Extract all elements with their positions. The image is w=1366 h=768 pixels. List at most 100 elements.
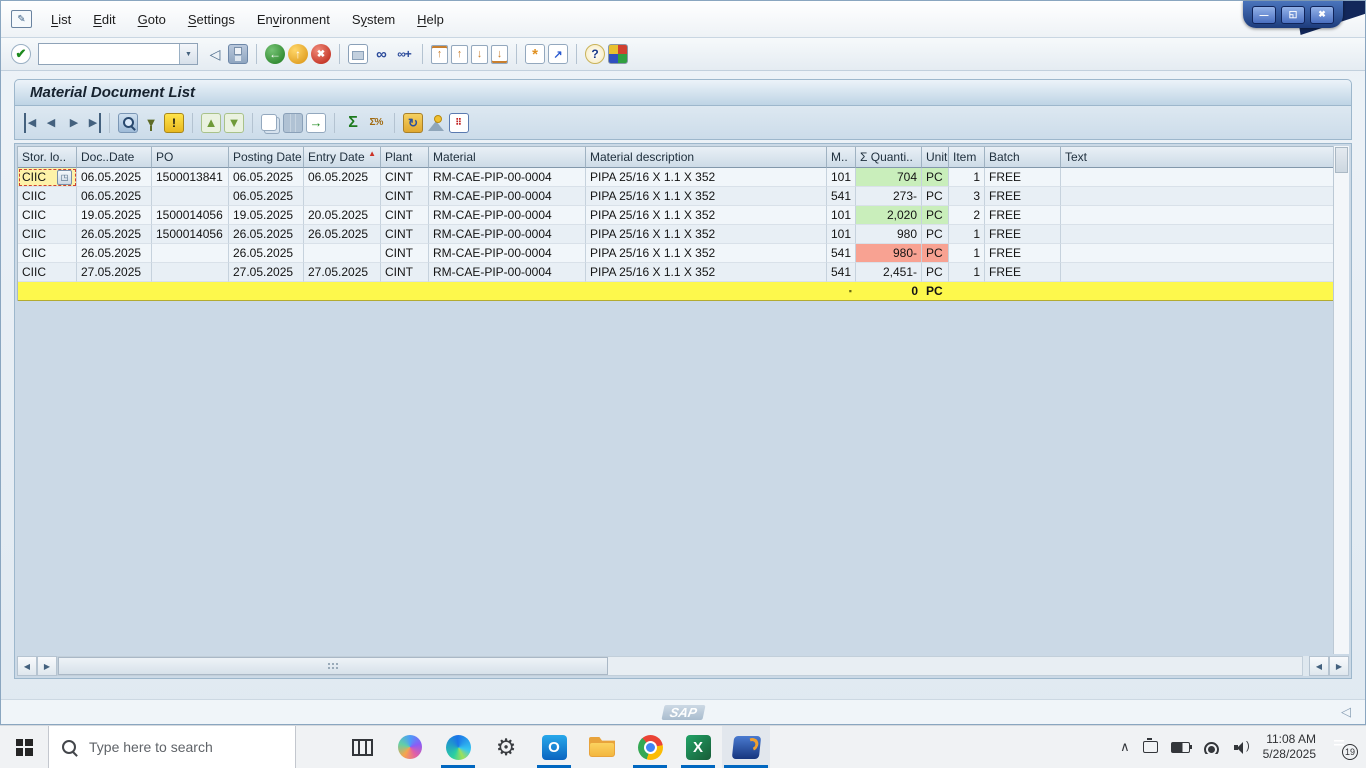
taskbar-outlook[interactable] bbox=[530, 726, 578, 768]
taskbar-excel[interactable] bbox=[674, 726, 722, 768]
menu-help[interactable]: Help bbox=[406, 9, 455, 30]
system-menu-icon[interactable]: ✎ bbox=[11, 10, 32, 28]
cell-mvt[interactable]: 541 bbox=[827, 187, 856, 206]
cell-batch[interactable]: FREE bbox=[985, 187, 1061, 206]
cell-plant[interactable]: CINT bbox=[381, 244, 429, 263]
columns-button[interactable] bbox=[283, 113, 303, 133]
cell-docdate[interactable]: 26.05.2025 bbox=[77, 244, 152, 263]
nav-last-button[interactable]: ▶ bbox=[87, 113, 101, 133]
cell-po[interactable]: 1500013841 bbox=[152, 168, 229, 187]
cell-qty[interactable]: 2,451- bbox=[856, 263, 922, 282]
command-field[interactable]: ▼ bbox=[38, 43, 198, 65]
tray-chevron-up-icon[interactable]: ∧ bbox=[1120, 739, 1130, 755]
cell-posting[interactable]: 19.05.2025 bbox=[229, 206, 304, 225]
page-last-button[interactable]: ↓ bbox=[491, 45, 508, 64]
cell-unit[interactable]: PC bbox=[922, 263, 949, 282]
user-button[interactable] bbox=[426, 113, 446, 133]
cell-item[interactable]: 1 bbox=[949, 168, 985, 187]
cell-qty[interactable]: 980 bbox=[856, 225, 922, 244]
taskbar-edge[interactable] bbox=[434, 726, 482, 768]
menu-settings[interactable]: Settings bbox=[177, 9, 246, 30]
find-next-button[interactable]: ∞+ bbox=[394, 44, 414, 64]
cell-po[interactable] bbox=[152, 187, 229, 206]
cell-qty[interactable]: 2,020 bbox=[856, 206, 922, 225]
cell-entry[interactable] bbox=[304, 187, 381, 206]
cell-posting[interactable]: 26.05.2025 bbox=[229, 244, 304, 263]
cell-desc[interactable]: PIPA 25/16 X 1.1 X 352 bbox=[586, 263, 827, 282]
cell-item[interactable]: 1 bbox=[949, 263, 985, 282]
close-button[interactable]: ✖ bbox=[1310, 6, 1334, 24]
table-row[interactable]: CIIC26.05.2025150001405626.05.202526.05.… bbox=[18, 225, 1346, 244]
horizontal-scrollbar-track[interactable] bbox=[57, 656, 1303, 676]
table-row[interactable]: CIIC19.05.2025150001405619.05.202520.05.… bbox=[18, 206, 1346, 225]
cell-material[interactable]: RM-CAE-PIP-00-0004 bbox=[429, 168, 586, 187]
restore-button[interactable]: ◱ bbox=[1281, 6, 1305, 24]
cell-stor[interactable]: CIIC bbox=[18, 187, 77, 206]
column-header-stor[interactable]: Stor. lo.. bbox=[18, 147, 77, 168]
table-row[interactable]: CIIC26.05.202526.05.2025CINTRM-CAE-PIP-0… bbox=[18, 244, 1346, 263]
cancel-button[interactable]: ✖ bbox=[311, 44, 331, 64]
cell-batch[interactable]: FREE bbox=[985, 263, 1061, 282]
status-collapse-icon[interactable]: ◁ bbox=[1341, 704, 1351, 720]
taskbar-copilot[interactable] bbox=[386, 726, 434, 768]
cell-text[interactable] bbox=[1061, 263, 1346, 282]
wifi-icon[interactable] bbox=[1203, 741, 1221, 754]
sort-asc-button[interactable]: ▲ bbox=[201, 113, 221, 133]
tray-device-icon[interactable] bbox=[1143, 741, 1158, 753]
column-header-entry[interactable]: Entry Date▲ bbox=[304, 147, 381, 168]
stats-button[interactable]: ⠿ bbox=[449, 113, 469, 133]
column-header-unit[interactable]: Unit bbox=[922, 147, 949, 168]
cell-entry[interactable] bbox=[304, 244, 381, 263]
command-field-dropdown-icon[interactable]: ▼ bbox=[179, 44, 197, 64]
menu-list[interactable]: List bbox=[40, 9, 82, 30]
shortcut-button[interactable]: ↗ bbox=[548, 44, 568, 64]
copy-button[interactable] bbox=[261, 114, 277, 131]
cell-stor[interactable]: CIIC bbox=[18, 206, 77, 225]
column-header-desc[interactable]: Material description bbox=[586, 147, 827, 168]
sum-button[interactable]: Σ bbox=[343, 113, 363, 133]
column-header-posting[interactable]: Posting Date bbox=[229, 147, 304, 168]
cell-text[interactable] bbox=[1061, 187, 1346, 206]
cell-plant[interactable]: CINT bbox=[381, 168, 429, 187]
cell-item[interactable]: 1 bbox=[949, 225, 985, 244]
page-first-button[interactable]: ↑ bbox=[431, 45, 448, 64]
cell-mvt[interactable]: 101 bbox=[827, 225, 856, 244]
menu-edit[interactable]: Edit bbox=[82, 9, 126, 30]
nav-prev-button[interactable]: ◀ bbox=[41, 113, 61, 133]
column-header-mvt[interactable]: M.. bbox=[827, 147, 856, 168]
horizontal-scrollbar-thumb[interactable] bbox=[58, 657, 608, 675]
taskbar-search[interactable] bbox=[48, 726, 296, 768]
cell-unit[interactable]: PC bbox=[922, 225, 949, 244]
column-header-plant[interactable]: Plant bbox=[381, 147, 429, 168]
cell-material[interactable]: RM-CAE-PIP-00-0004 bbox=[429, 206, 586, 225]
important-button[interactable]: ! bbox=[164, 113, 184, 133]
scroll-left-button[interactable]: ◀ bbox=[17, 656, 37, 676]
taskbar-task-view[interactable] bbox=[338, 726, 386, 768]
cell-text[interactable] bbox=[1061, 168, 1346, 187]
cell-text[interactable] bbox=[1061, 206, 1346, 225]
export-button[interactable]: → bbox=[306, 113, 326, 133]
cell-mvt[interactable]: 541 bbox=[827, 263, 856, 282]
nav-next-button[interactable]: ▶ bbox=[64, 113, 84, 133]
cell-docdate[interactable]: 06.05.2025 bbox=[77, 168, 152, 187]
cell-item[interactable]: 3 bbox=[949, 187, 985, 206]
cell-drilldown-button[interactable]: ◳ bbox=[57, 170, 72, 185]
column-header-material[interactable]: Material bbox=[429, 147, 586, 168]
new-session-button[interactable]: * bbox=[525, 44, 545, 64]
cell-posting[interactable]: 27.05.2025 bbox=[229, 263, 304, 282]
variant-button[interactable]: ↻ bbox=[403, 113, 423, 133]
cell-entry[interactable]: 27.05.2025 bbox=[304, 263, 381, 282]
detail-button[interactable] bbox=[118, 113, 138, 133]
subtotal-button[interactable]: Σ% bbox=[366, 113, 386, 133]
notification-center-button[interactable]: 19 bbox=[1332, 737, 1356, 757]
cell-po[interactable] bbox=[152, 244, 229, 263]
cell-batch[interactable]: FREE bbox=[985, 244, 1061, 263]
cell-entry[interactable]: 26.05.2025 bbox=[304, 225, 381, 244]
cell-unit[interactable]: PC bbox=[922, 187, 949, 206]
vertical-scrollbar-thumb[interactable] bbox=[1335, 147, 1348, 173]
cell-stor[interactable]: CIIC◳ bbox=[18, 168, 77, 187]
taskbar-file-explorer[interactable] bbox=[578, 726, 626, 768]
cell-po[interactable]: 1500014056 bbox=[152, 225, 229, 244]
save-button[interactable] bbox=[228, 44, 248, 64]
cell-posting[interactable]: 06.05.2025 bbox=[229, 187, 304, 206]
